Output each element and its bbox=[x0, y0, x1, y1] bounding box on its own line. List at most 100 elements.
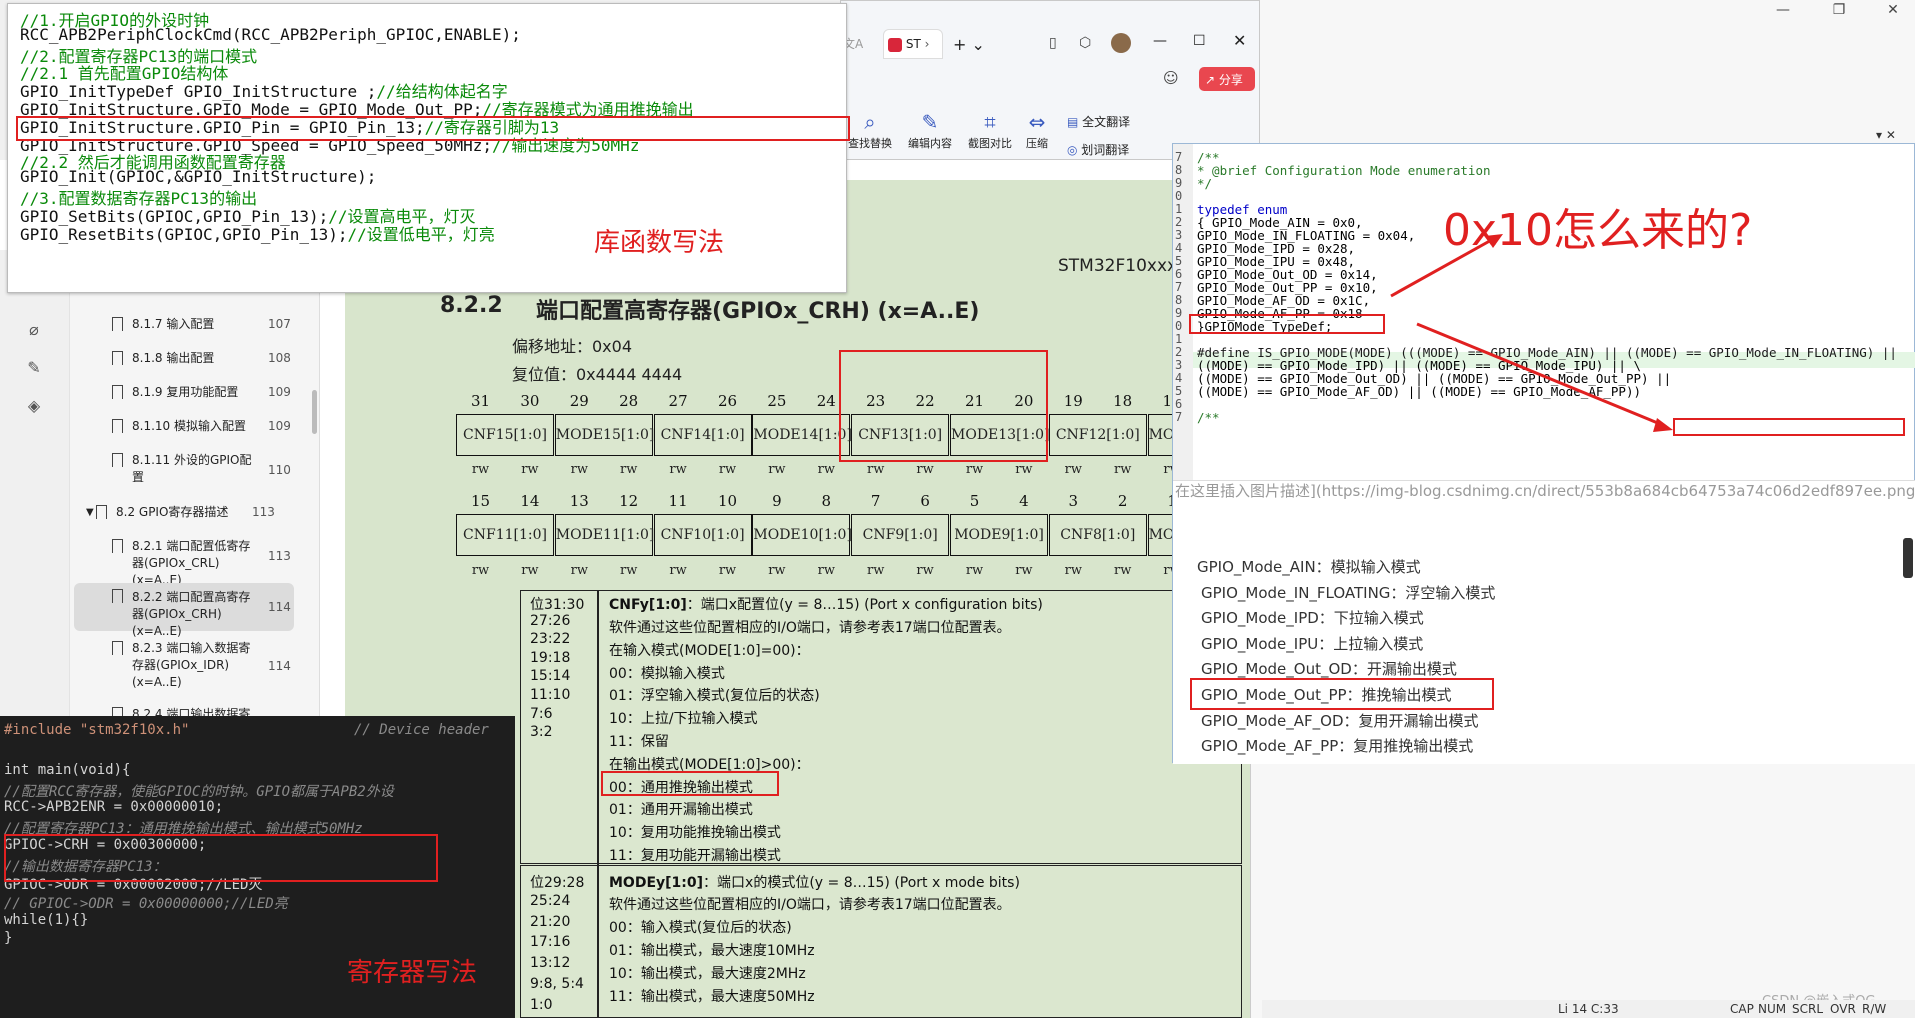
bit-number: 27 bbox=[668, 392, 688, 410]
toc-item-selected[interactable]: 8.2.2 端口配置高寄存器(GPIOx_CRH) (x=A..E) 114 bbox=[74, 583, 294, 638]
offset-address: 偏移地址：0x04 bbox=[512, 337, 633, 356]
bit-number: 30 bbox=[520, 392, 540, 410]
minimize-icon[interactable]: — bbox=[1765, 2, 1801, 24]
edit-icon: ✎ bbox=[921, 110, 939, 134]
bit-range: 1:0 bbox=[530, 996, 553, 1013]
register-field: CNF11[1:0] bbox=[456, 514, 554, 556]
extension-icon[interactable]: ⬡ bbox=[1079, 35, 1091, 51]
ai-icon[interactable]: ☺ bbox=[1163, 69, 1179, 87]
toc-item[interactable]: 8.1.8 输出配置 108 bbox=[100, 350, 300, 370]
toc-item[interactable]: 8.2.3 端口输入数据寄存器(GPIOx_IDR) (x=A..E) 114 bbox=[100, 640, 300, 692]
include-line: #include "stm32f10x.h" bbox=[4, 722, 190, 738]
bit-number: 29 bbox=[569, 392, 589, 410]
signature-icon[interactable]: ✎ bbox=[24, 358, 44, 378]
include-comment: // Device header bbox=[354, 722, 489, 738]
description-line: 00：模拟输入模式 bbox=[609, 665, 725, 682]
enum-description: GPIO_Mode_AF_PP：复用推挽输出模式 bbox=[1201, 737, 1474, 756]
section-number: 8.2.2 bbox=[440, 293, 503, 318]
section-title: 端口配置高寄存器(GPIOx_CRH) (x=A..E) bbox=[536, 299, 980, 324]
description-line: 11：保留 bbox=[609, 734, 669, 750]
bit-number: 19 bbox=[1063, 392, 1083, 410]
toc-item[interactable]: 8.1.7 输入配置 107 bbox=[100, 316, 300, 336]
toc-scrollbar[interactable] bbox=[312, 390, 317, 434]
rw-label: rw bbox=[521, 462, 539, 477]
pane-close-icon[interactable]: ▾ ✕ bbox=[1876, 128, 1896, 142]
edit-content-button[interactable]: ✎ 编辑内容 bbox=[901, 109, 959, 151]
rw-label: rw bbox=[620, 563, 638, 578]
toc-item[interactable]: 8.1.11 外设的GPIO配置 110 bbox=[100, 452, 300, 488]
register-field: CNF10[1:0] bbox=[653, 514, 752, 556]
register-field: MODE11[1:0] bbox=[554, 514, 654, 556]
description-line: 10：上拉/下拉输入模式 bbox=[609, 711, 758, 728]
rw-label: rw bbox=[916, 462, 934, 477]
code-line: RCC->APB2ENR = 0x00000010; bbox=[4, 799, 224, 816]
avatar[interactable] bbox=[1111, 33, 1131, 53]
screenshot-compare-button[interactable]: ⌗ 截图对比 bbox=[961, 109, 1019, 151]
bit-range: 位29:28 bbox=[530, 875, 585, 891]
close-icon[interactable]: ✕ bbox=[1233, 31, 1246, 50]
close-icon[interactable]: ✕ bbox=[1875, 2, 1911, 24]
code-text: RCC_APB2PeriphClockCmd(RCC_APB2Periph_GP… bbox=[20, 24, 521, 44]
description-line: 软件通过这些位配置相应的I/O端口，请参考表17端口位配置表。 bbox=[609, 620, 1011, 636]
rw-label: rw bbox=[867, 462, 885, 477]
bit-range: 13:12 bbox=[530, 955, 571, 972]
code-text: GPIO_ResetBits(GPIOC,GPIO_Pin_13); bbox=[20, 224, 348, 244]
bit-number: 8 bbox=[821, 492, 832, 510]
browser-window: 文A ST › + ⌄ ▯ ⬡ — ☐ ✕ ☺ ↗ 分享 ⌕ 查找替换 ✎ 编辑内容… bbox=[840, 0, 1260, 160]
expand-icon[interactable]: ▼ bbox=[86, 504, 94, 521]
code-line: RCC_APB2PeriphClockCmd(RCC_APB2Periph_GP… bbox=[20, 25, 521, 44]
register-field: MODE9[1:0] bbox=[950, 514, 1048, 556]
rw-label: rw bbox=[916, 563, 934, 578]
code-line: // GPIOC->ODR = 0x00000000;//LED亮 bbox=[4, 895, 288, 912]
bit-number: 10 bbox=[717, 492, 738, 510]
code-line: int main(void){ bbox=[4, 762, 131, 778]
description-line: 软件通过这些位配置相应的I/O端口，请参考表17端口位配置表。 bbox=[609, 897, 1011, 913]
sidebar-icon[interactable]: ▯ bbox=[1049, 35, 1057, 51]
description-line: 11：输出模式，最大速度50MHz bbox=[609, 989, 815, 1005]
code-line: GPIO_Init(GPIOC,&GPIO_InitStructure); bbox=[20, 167, 376, 186]
layers-icon[interactable]: ◈ bbox=[24, 396, 44, 416]
rw-label: rw bbox=[669, 462, 687, 477]
toc-item[interactable]: 8.2.1 端口配置低寄存器(GPIOx_CRL) (x=A..E) 113 bbox=[100, 538, 300, 587]
rw-label: rw bbox=[1015, 462, 1033, 477]
rw-label: rw bbox=[521, 563, 539, 578]
bit-number: 14 bbox=[520, 492, 540, 510]
maximize-icon[interactable]: ☐ bbox=[1193, 33, 1206, 49]
code-line: //配置RCC寄存器，使能GPIOC的时钟。GPIO都属于APB2外设 bbox=[4, 783, 394, 800]
register-field: CNF15[1:0] bbox=[456, 414, 554, 456]
bit-range: 位31:30 bbox=[530, 597, 585, 613]
toc-item[interactable]: 8.1.9 复用功能配置 109 bbox=[100, 384, 300, 404]
attachment-icon[interactable]: ⌀ bbox=[24, 320, 44, 340]
full-translate-button[interactable]: ▤ 全文翻译 bbox=[1067, 113, 1130, 130]
scroll-handle[interactable] bbox=[1903, 538, 1913, 578]
new-tab-icon[interactable]: + ⌄ bbox=[953, 35, 985, 54]
bit-number: 12 bbox=[619, 492, 639, 510]
restore-icon[interactable]: ❐ bbox=[1821, 2, 1857, 24]
minimize-icon[interactable]: — bbox=[1153, 33, 1167, 49]
register-field: CNF9[1:0] bbox=[851, 514, 950, 556]
bit-number: 18 bbox=[1113, 392, 1133, 410]
bit-number: 31 bbox=[470, 392, 491, 410]
crop-icon: ⌗ bbox=[984, 110, 996, 134]
bit-range: 11:10 bbox=[530, 687, 571, 703]
cursor-position: Li 14 C:33 bbox=[1558, 1002, 1619, 1016]
rw-label: rw bbox=[1064, 563, 1082, 578]
toc-item[interactable]: 8.1.10 模拟输入配置 109 bbox=[100, 418, 300, 438]
register-field: CNF14[1:0] bbox=[653, 414, 752, 456]
enum-description: GPIO_Mode_IN_FLOATING：浮空输入模式 bbox=[1201, 583, 1496, 602]
library-code-snippet: //1.开启GPIO的外设时钟 RCC_APB2PeriphClockCmd(RC… bbox=[7, 3, 850, 293]
toc-item-section[interactable]: ▼ 8.2 GPIO寄存器描述 113 bbox=[84, 504, 284, 524]
rw-label: rw bbox=[1015, 563, 1033, 578]
share-button[interactable]: ↗ 分享 bbox=[1199, 67, 1255, 91]
code-text: GPIO_Init(GPIOC,&GPIO_InitStructure); bbox=[20, 167, 377, 187]
word-translate-button[interactable]: ◎ 划词翻译 bbox=[1067, 141, 1129, 158]
register-annotation: 寄存器写法 bbox=[347, 958, 478, 988]
rw-label: rw bbox=[965, 563, 984, 578]
compress-button[interactable]: ⇔ 压缩 bbox=[1015, 109, 1059, 151]
bit-number: 6 bbox=[920, 492, 930, 510]
bit-number: 7 bbox=[870, 492, 881, 510]
rw-label: rw bbox=[669, 563, 687, 578]
browser-tab[interactable]: ST › bbox=[883, 29, 943, 59]
rw-label: rw bbox=[471, 563, 490, 578]
rw-label: rw bbox=[817, 462, 835, 477]
